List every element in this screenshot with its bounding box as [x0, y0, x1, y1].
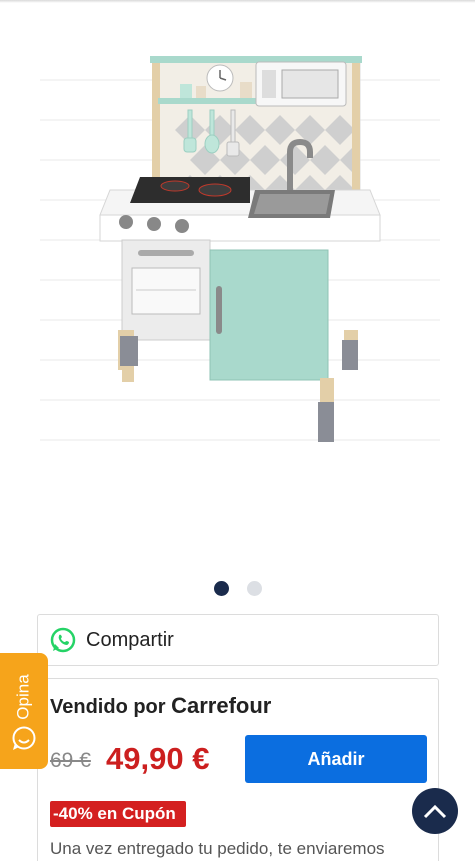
seller-info: Vendido por Carrefour	[50, 693, 271, 719]
scroll-to-top-button[interactable]	[412, 788, 458, 834]
carousel-dot-2[interactable]	[246, 581, 262, 596]
feedback-label: Opina	[14, 674, 33, 720]
add-to-cart-button[interactable]: Añadir	[245, 735, 427, 783]
delivery-note: Una vez entregado tu pedido, te enviarem…	[50, 839, 385, 858]
whatsapp-icon	[50, 627, 76, 653]
seller-prefix: Vendido por	[50, 696, 166, 718]
product-image[interactable]	[40, 40, 440, 480]
header-shadow	[0, 0, 475, 3]
feedback-tab[interactable]: Opina	[0, 653, 48, 769]
smile-chat-icon	[12, 726, 36, 750]
carousel-dot-1[interactable]	[213, 581, 229, 596]
current-price: 49,90 €	[106, 741, 210, 776]
coupon-badge: -40% en Cupón	[50, 801, 186, 827]
seller-name[interactable]: Carrefour	[171, 693, 271, 718]
old-price: 69 €	[50, 749, 91, 772]
offer-card: Vendido por Carrefour 69 € 49,90 € Añadi…	[37, 678, 439, 861]
chevron-up-icon	[423, 804, 447, 819]
share-label: Compartir	[86, 628, 174, 651]
share-button[interactable]: Compartir	[37, 614, 439, 666]
carousel-dots	[0, 581, 475, 596]
